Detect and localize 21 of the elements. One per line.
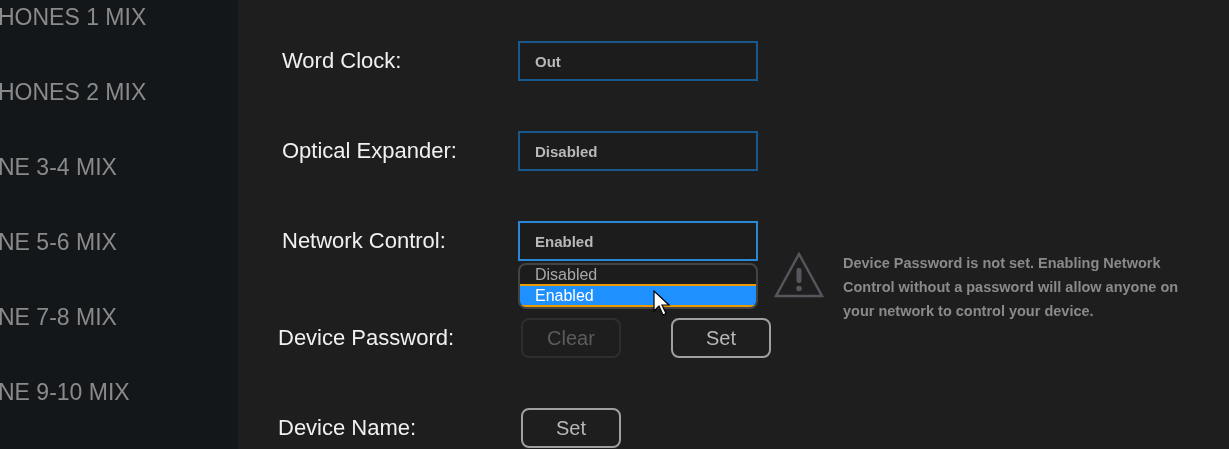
- dropdown-select[interactable]: Disabled: [518, 131, 758, 171]
- dropdown-select[interactable]: Enabled: [518, 221, 758, 261]
- set-button[interactable]: Set: [671, 318, 771, 358]
- set-button[interactable]: Set: [521, 408, 621, 448]
- setting-label: Optical Expander:: [282, 138, 458, 164]
- setting-label: Word Clock:: [282, 48, 403, 74]
- sidebar-item[interactable]: NE 7-8 MIX: [0, 304, 238, 330]
- setting-label: Network Control:: [282, 228, 447, 254]
- dropdown-option[interactable]: Disabled: [520, 265, 756, 284]
- sidebar-item[interactable]: NE 9-10 MIX: [0, 379, 238, 405]
- setting-label: Device Password:: [278, 325, 456, 351]
- sidebar-item[interactable]: NE 3-4 MIX: [0, 154, 238, 180]
- sidebar-item[interactable]: HONES 2 MIX: [0, 79, 238, 105]
- dropdown-select[interactable]: Out: [518, 41, 758, 81]
- warning-message: Device Password is not set. Enabling Network Control without a password will allow anyone on your network to control your device.: [843, 254, 1180, 321]
- sidebar-item[interactable]: NE 5-6 MIX: [0, 229, 238, 255]
- dropdown-option[interactable]: Enabled: [520, 284, 756, 307]
- setting-label: Device Name:: [278, 415, 418, 441]
- sidebar-item[interactable]: HONES 1 MIX: [0, 4, 238, 30]
- warning-icon: [773, 251, 825, 299]
- cursor-icon: [653, 290, 671, 316]
